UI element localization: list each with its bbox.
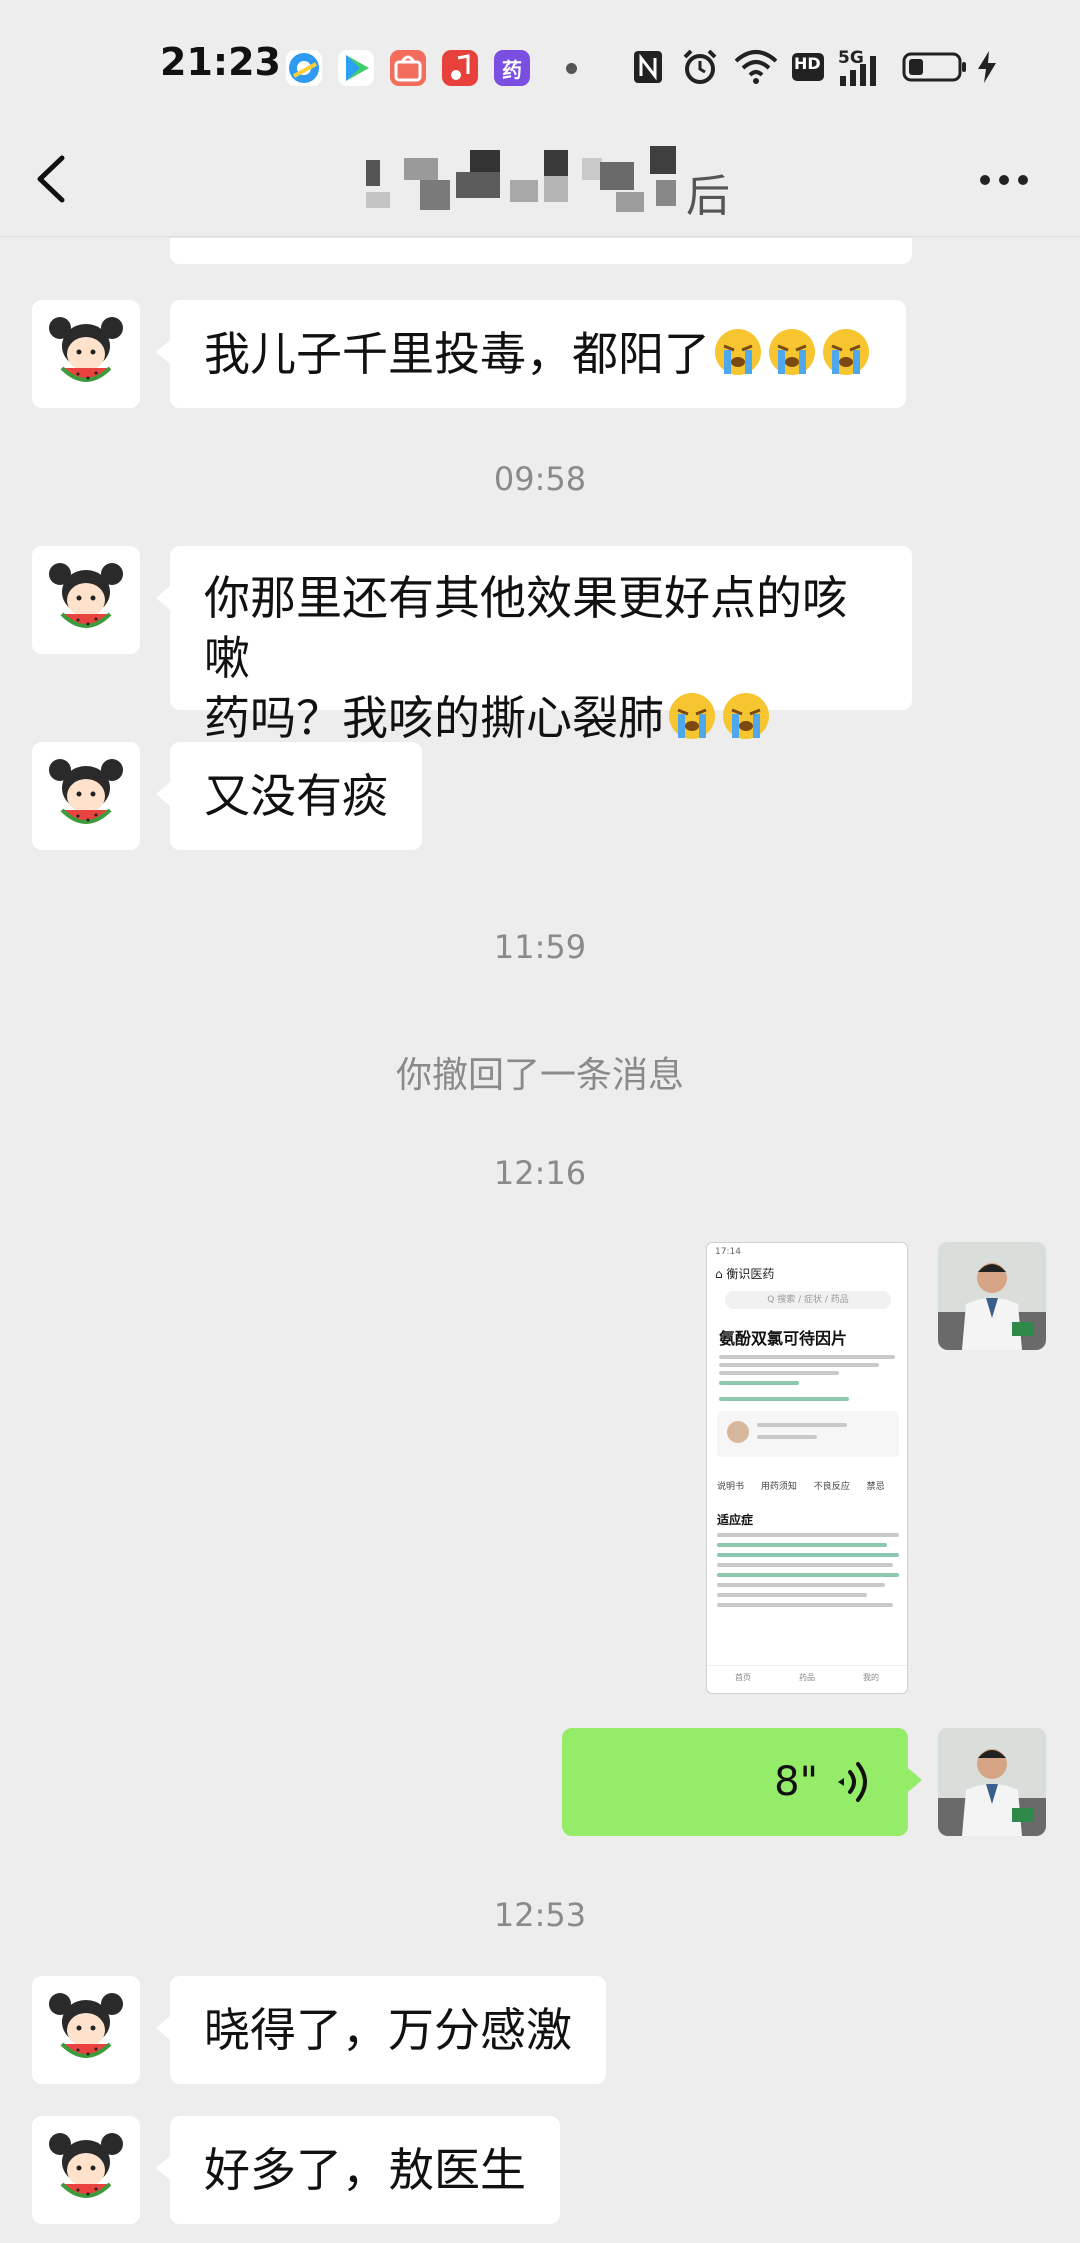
- chat-title-pixelated: ▂▄▀▄▂▆▂▄ 后 后: [360, 140, 730, 222]
- girl-watermelon-avatar-icon: [49, 317, 123, 382]
- nfc-icon: [630, 44, 666, 90]
- timestamp: 09:58: [493, 460, 587, 498]
- contact-avatar[interactable]: [32, 546, 140, 654]
- girl-watermelon-avatar-icon: [49, 563, 123, 628]
- wifi-icon: [734, 44, 778, 90]
- medicine-app-icon: 药: [494, 50, 530, 86]
- girl-watermelon-avatar-icon: [49, 1993, 123, 2058]
- contact-avatar[interactable]: [32, 742, 140, 850]
- back-button[interactable]: [26, 144, 86, 214]
- message-bubble[interactable]: 好多了，敖医生: [156, 2116, 560, 2224]
- music-icon: [442, 50, 478, 86]
- recalled-message-notice[interactable]: 你撤回了一条消息: [0, 1046, 1080, 1098]
- notification-dot-icon: [566, 63, 577, 74]
- crying-emoji-icon: [715, 329, 761, 375]
- crying-emoji-icon: [823, 329, 869, 375]
- timestamp: 12:53: [493, 1896, 587, 1934]
- message-bubble[interactable]: 你那里还有其他效果更好点的咳嗽 药吗？我咳的撕心裂肺: [156, 546, 912, 745]
- girl-watermelon-avatar-icon: [49, 759, 123, 824]
- my-avatar[interactable]: [938, 1728, 1046, 1836]
- timestamp: 11:59: [493, 928, 587, 966]
- doctor-avatar-icon: [938, 1728, 1046, 1836]
- girl-watermelon-avatar-icon: [49, 2133, 123, 2198]
- contact-avatar[interactable]: [32, 2116, 140, 2224]
- message-bubble[interactable]: 又没有痰: [156, 742, 422, 850]
- chat-header: ▂▄▀▄▂▆▂▄ 后 后: [0, 120, 1080, 237]
- crying-emoji-icon: [669, 693, 715, 739]
- video-icon: [338, 50, 374, 86]
- crying-emoji-icon: [769, 329, 815, 375]
- voice-message[interactable]: 8": [562, 1728, 922, 1836]
- contact-avatar[interactable]: [32, 300, 140, 408]
- status-time: 21:23: [160, 40, 281, 84]
- status-bar: 21:23 药 HD 5G: [0, 0, 1080, 120]
- my-avatar[interactable]: [938, 1242, 1046, 1350]
- battery-icon: [902, 44, 968, 90]
- voice-wave-icon: [838, 1762, 867, 1802]
- charging-icon: [974, 44, 1000, 90]
- more-options-button[interactable]: [972, 160, 1036, 200]
- alarm-icon: [680, 44, 720, 90]
- signal-5g-icon: 5G: [838, 44, 878, 90]
- hd-icon: HD: [790, 44, 826, 90]
- message-bubble-partial[interactable]: [170, 238, 912, 264]
- contact-avatar[interactable]: [32, 1976, 140, 2084]
- shopping-icon: [390, 50, 426, 86]
- crying-emoji-icon: [723, 693, 769, 739]
- message-bubble[interactable]: 我儿子千里投毒，都阳了: [156, 300, 906, 408]
- chevron-left-icon: [37, 155, 65, 203]
- qq-browser-icon: [286, 50, 322, 86]
- doctor-avatar-icon: [938, 1242, 1046, 1350]
- timestamp: 12:16: [493, 1154, 587, 1192]
- message-bubble[interactable]: 晓得了，万分感激: [156, 1976, 606, 2084]
- chat-messages: 我儿子千里投毒，都阳了 09:58 你那里还有其他效果更好点的咳嗽 药吗？我咳的…: [0, 238, 1080, 2243]
- image-message[interactable]: 17:14 ⌂ 衡识医药 Q 搜索 / 症状 / 药品 氨酚双氯可待因片 说明书…: [706, 1242, 908, 1694]
